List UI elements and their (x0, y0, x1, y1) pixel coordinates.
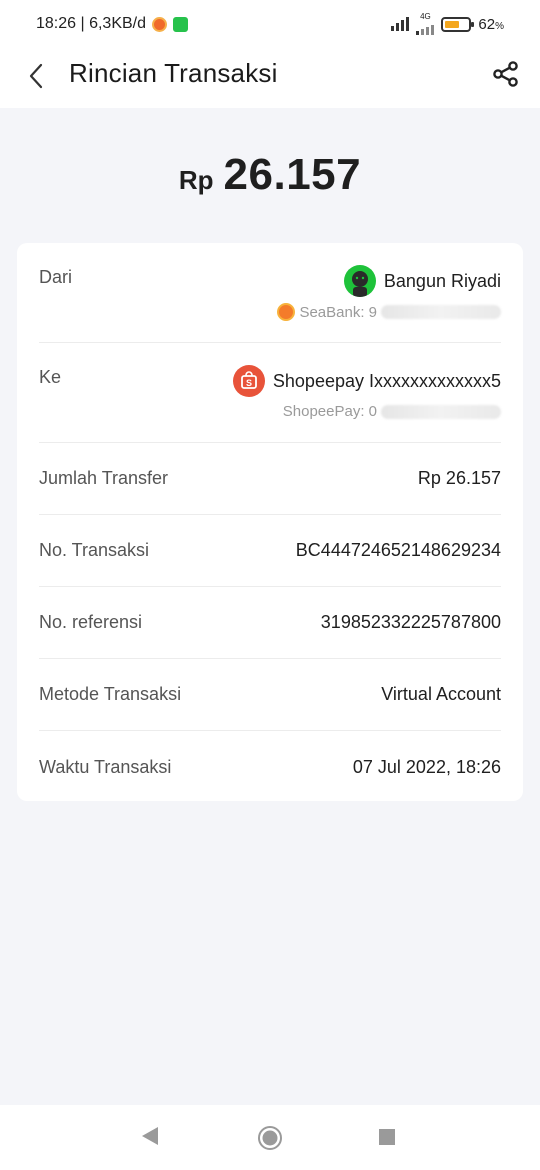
masked-account-number (381, 305, 501, 319)
detail-label: Jumlah Transfer (39, 468, 169, 488)
sender-account: SeaBank: 9 (299, 303, 377, 321)
nav-recents-icon (379, 1129, 395, 1145)
signal-icon (391, 17, 410, 31)
transaction-detail-card: Dari Bangun Riyadi SeaBank: 9 Ke S Shope… (17, 243, 523, 801)
detail-label: Waktu Transaksi (39, 756, 172, 777)
to-row: Ke S Shopeepay Ixxxxxxxxxxxxx5 ShopeePay… (39, 343, 501, 443)
signal-2-icon (416, 21, 435, 35)
masked-account-number (381, 404, 501, 419)
share-button[interactable] (490, 58, 522, 90)
amount-currency: Rp (178, 165, 214, 195)
battery-unit: % (495, 20, 504, 32)
nav-back-button[interactable] (140, 1125, 160, 1152)
app-header: Rincian Transaksi (0, 48, 540, 108)
detail-value: Rp 26.157 (417, 468, 501, 488)
recipient-account: ShopeePay: 0 (282, 403, 377, 420)
app-notification-icon (173, 16, 189, 32)
svg-text:S: S (246, 378, 252, 388)
transaction-amount: Rp 26.157 (0, 150, 540, 200)
detail-row-amount: Jumlah Transfer Rp 26.157 (39, 443, 501, 515)
battery-icon (441, 16, 475, 32)
status-bar: 18:26 | 6,3KB/d 4G 62% (0, 0, 540, 48)
nav-home-icon (258, 1126, 282, 1150)
detail-label: No. Transaksi (39, 540, 150, 560)
detail-row-method: Metode Transaksi Virtual Account (39, 659, 501, 731)
nav-home-button[interactable] (257, 1125, 283, 1156)
detail-value: Virtual Account (381, 684, 501, 704)
shopee-icon: S (232, 365, 265, 397)
back-arrow-icon (29, 63, 43, 89)
detail-row-reference-no: No. referensi 319852332225787800 (39, 587, 501, 659)
status-time-speed: 18:26 | 6,3KB/d (36, 15, 147, 32)
back-button[interactable] (22, 60, 50, 92)
detail-label: No. referensi (39, 612, 143, 632)
detail-row-time: Waktu Transaksi 07 Jul 2022, 18:26 (39, 731, 501, 803)
recipient-name: Shopeepay Ixxxxxxxxxxxxx5 (272, 370, 501, 391)
from-row: Dari Bangun Riyadi SeaBank: 9 (39, 243, 501, 343)
nav-recents-button[interactable] (378, 1128, 396, 1151)
detail-value: BC444724652148629234 (295, 540, 501, 560)
seabank-notification-icon (152, 16, 168, 32)
from-label: Dari (39, 267, 73, 287)
to-label: Ke (39, 367, 62, 387)
share-icon (493, 61, 518, 87)
amount-value: 26.157 (223, 150, 362, 199)
detail-value: 319852332225787800 (320, 612, 501, 632)
system-nav-bar (0, 1105, 540, 1170)
nav-back-icon (142, 1127, 158, 1145)
detail-row-transaction-no: No. Transaksi BC444724652148629234 (39, 515, 501, 587)
detail-label: Metode Transaksi (39, 684, 182, 704)
seabank-icon (277, 303, 296, 321)
network-type-label: 4G (420, 12, 431, 21)
sender-name: Bangun Riyadi (383, 270, 501, 291)
page-title: Rincian Transaksi (69, 58, 278, 88)
battery-percent: 62 (478, 15, 496, 33)
detail-value: 07 Jul 2022, 18:26 (352, 756, 501, 777)
avatar-icon (343, 265, 376, 297)
